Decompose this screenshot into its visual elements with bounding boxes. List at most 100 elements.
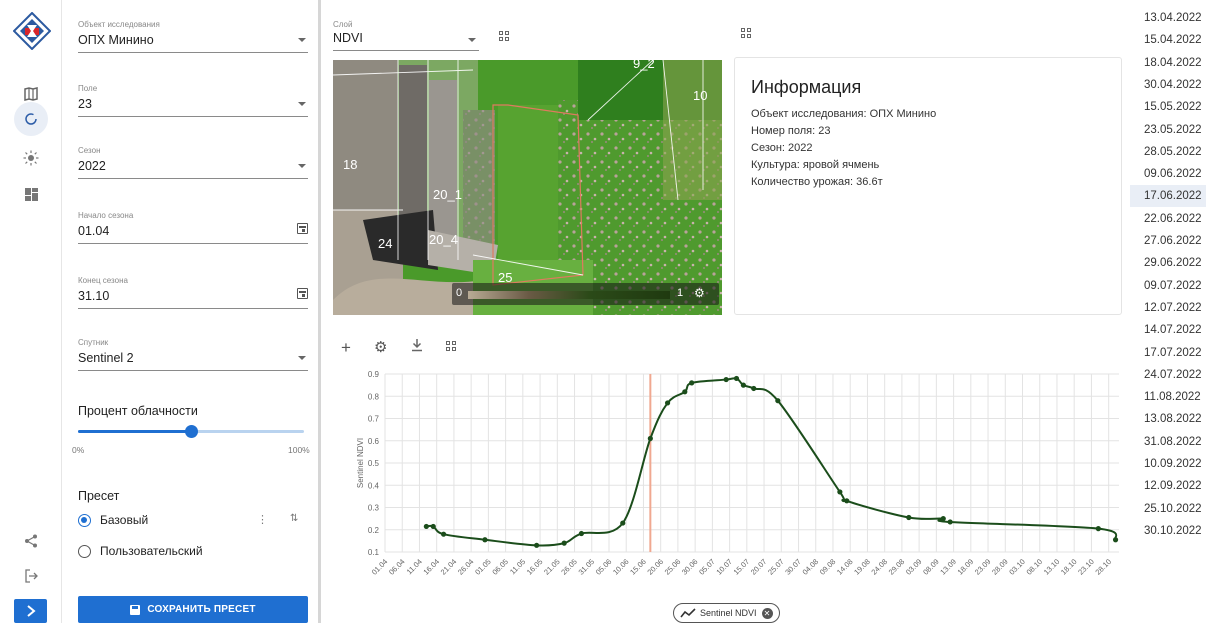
calendar-icon[interactable] bbox=[297, 223, 308, 234]
date-item[interactable]: 15.04.2022 bbox=[1130, 29, 1206, 51]
date-item[interactable]: 09.07.2022 bbox=[1130, 275, 1206, 297]
date-item[interactable]: 18.04.2022 bbox=[1130, 52, 1206, 74]
season-end-label: Конец сезона bbox=[78, 276, 128, 285]
ndvi-scale: 0 1 ⚙ bbox=[452, 283, 719, 305]
chevron-right-icon[interactable] bbox=[14, 599, 47, 623]
date-item[interactable]: 29.06.2022 bbox=[1130, 252, 1206, 274]
satellite-select[interactable]: Спутник Sentinel 2 bbox=[78, 338, 308, 371]
season-value: 2022 bbox=[78, 159, 106, 173]
sun-icon[interactable] bbox=[14, 141, 48, 175]
date-item[interactable]: 30.10.2022 bbox=[1130, 520, 1206, 542]
data-point bbox=[534, 542, 540, 548]
x-tick-label: 29.08 bbox=[887, 557, 907, 577]
x-tick-label: 31.05 bbox=[577, 557, 597, 577]
date-item[interactable]: 23.05.2022 bbox=[1130, 119, 1206, 141]
calendar-icon[interactable] bbox=[297, 288, 308, 299]
layer-value: NDVI bbox=[333, 31, 363, 45]
date-item[interactable]: 28.05.2022 bbox=[1130, 141, 1206, 163]
date-item[interactable]: 30.04.2022 bbox=[1130, 74, 1206, 96]
cloud-slider[interactable] bbox=[78, 425, 304, 438]
y-tick-label: 0.8 bbox=[368, 392, 380, 401]
date-item[interactable]: 14.07.2022 bbox=[1130, 319, 1206, 341]
season-select[interactable]: Сезон 2022 bbox=[78, 146, 308, 179]
data-point bbox=[647, 435, 653, 442]
logout-icon[interactable] bbox=[14, 559, 48, 593]
cloud-title: Процент облачности bbox=[78, 404, 198, 418]
data-point bbox=[664, 400, 671, 406]
object-label: Объект исследования bbox=[78, 20, 160, 29]
x-tick-label: 18.10 bbox=[1059, 557, 1079, 577]
date-item[interactable]: 12.07.2022 bbox=[1130, 297, 1206, 319]
preset-option-custom[interactable]: Пользовательский bbox=[78, 544, 203, 558]
grid-view-icon[interactable] bbox=[446, 341, 457, 352]
x-tick-label: 19.08 bbox=[852, 557, 872, 577]
preset-option-basic[interactable]: Базовый bbox=[78, 513, 148, 527]
radio-checked-icon[interactable] bbox=[78, 513, 91, 527]
chevron-down-icon bbox=[468, 38, 476, 42]
date-item[interactable]: 31.08.2022 bbox=[1130, 431, 1206, 453]
date-item[interactable]: 13.08.2022 bbox=[1130, 408, 1206, 430]
info-line: Объект исследования: ОПХ Минино bbox=[751, 108, 937, 120]
x-tick-label: 06.04 bbox=[387, 557, 407, 577]
dashboard-icon[interactable] bbox=[14, 177, 48, 211]
object-select[interactable]: Объект исследования ОПХ Минино bbox=[78, 20, 308, 53]
ndvi-chart[interactable]: 0.10.20.30.40.50.60.70.80.901.0406.0411.… bbox=[333, 362, 1125, 602]
x-tick-label: 28.09 bbox=[990, 557, 1010, 577]
share-icon[interactable] bbox=[14, 524, 48, 558]
x-tick-label: 21.04 bbox=[439, 557, 459, 577]
date-item[interactable]: 09.06.2022 bbox=[1130, 163, 1206, 185]
data-point bbox=[775, 398, 781, 404]
download-icon[interactable] bbox=[411, 338, 423, 355]
data-point bbox=[440, 531, 447, 537]
save-preset-button[interactable]: СОХРАНИТЬ ПРЕСЕТ bbox=[78, 596, 308, 623]
date-item[interactable]: 27.06.2022 bbox=[1130, 230, 1206, 252]
x-tick-label: 01.05 bbox=[473, 557, 493, 577]
date-item[interactable]: 17.07.2022 bbox=[1130, 342, 1206, 364]
layer-select[interactable]: Слой NDVI bbox=[333, 20, 479, 51]
data-point bbox=[620, 520, 626, 526]
add-icon[interactable]: + bbox=[341, 338, 351, 358]
x-tick-label: 10.06 bbox=[611, 557, 631, 577]
x-tick-label: 13.10 bbox=[1042, 557, 1062, 577]
gear-icon[interactable]: ⚙ bbox=[694, 286, 705, 300]
date-item[interactable]: 25.10.2022 bbox=[1130, 498, 1206, 520]
y-tick-label: 0.3 bbox=[368, 504, 380, 513]
date-item[interactable]: 10.09.2022 bbox=[1130, 453, 1206, 475]
grid-view-icon[interactable] bbox=[499, 31, 510, 42]
field-select[interactable]: Поле 23 bbox=[78, 84, 308, 117]
field-label: Поле bbox=[78, 84, 98, 93]
x-tick-label: 08.10 bbox=[1025, 557, 1045, 577]
date-item[interactable]: 15.05.2022 bbox=[1130, 96, 1206, 118]
legend-chip[interactable]: Sentinel NDVI ✕ bbox=[673, 603, 780, 623]
ndvi-map[interactable]: 9_2 10 18 20_1 24 20_4 25 bbox=[333, 60, 722, 315]
chevron-down-icon bbox=[298, 356, 306, 360]
app: Объект исследования ОПХ Минино Поле 23 С… bbox=[0, 0, 1206, 623]
radio-unchecked-icon[interactable] bbox=[78, 544, 91, 558]
layer-label: Слой bbox=[333, 20, 353, 29]
date-item[interactable]: 24.07.2022 bbox=[1130, 364, 1206, 386]
x-tick-label: 13.09 bbox=[938, 557, 958, 577]
grid-view-icon[interactable] bbox=[741, 28, 752, 39]
panel-divider[interactable] bbox=[318, 0, 321, 623]
cloud-slider-thumb[interactable] bbox=[185, 425, 198, 438]
x-tick-label: 01.04 bbox=[370, 557, 390, 577]
x-tick-label: 30.06 bbox=[680, 557, 700, 577]
data-point bbox=[561, 540, 567, 546]
gear-icon[interactable]: ⚙ bbox=[374, 338, 387, 356]
season-end-field[interactable]: Конец сезона 31.10 bbox=[78, 276, 308, 309]
x-tick-label: 08.09 bbox=[921, 557, 941, 577]
y-axis-label: Sentinel NDVI bbox=[356, 438, 365, 488]
date-item[interactable]: 13.04.2022 bbox=[1130, 7, 1206, 29]
y-tick-label: 0.7 bbox=[368, 415, 380, 424]
season-start-field[interactable]: Начало сезона 01.04 bbox=[78, 211, 308, 244]
close-icon[interactable]: ✕ bbox=[761, 607, 773, 619]
date-item[interactable]: 11.08.2022 bbox=[1130, 386, 1206, 408]
data-point bbox=[482, 537, 488, 543]
date-item[interactable]: 22.06.2022 bbox=[1130, 208, 1206, 230]
refresh-icon[interactable] bbox=[14, 102, 48, 136]
date-item[interactable]: 12.09.2022 bbox=[1130, 475, 1206, 497]
more-vert-icon[interactable]: ⋮ bbox=[257, 513, 268, 526]
sort-icon[interactable]: ⇅ bbox=[290, 513, 298, 524]
legend-label: Sentinel NDVI bbox=[700, 608, 757, 618]
date-item[interactable]: 17.06.2022 bbox=[1130, 185, 1206, 208]
